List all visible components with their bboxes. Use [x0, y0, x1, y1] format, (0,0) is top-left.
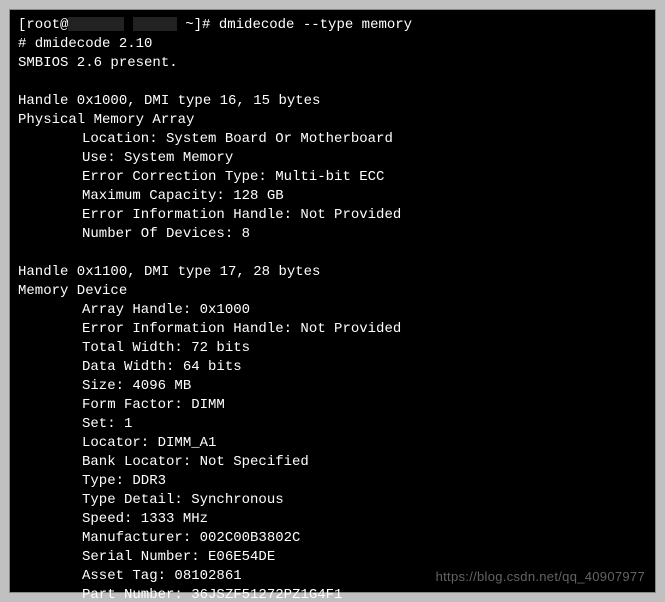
field-ecc: Error Correction Type: Multi-bit ECC — [18, 168, 647, 187]
handle-line-1: Handle 0x1000, DMI type 16, 15 bytes — [18, 93, 320, 109]
handle-line-2: Handle 0x1100, DMI type 17, 28 bytes — [18, 264, 320, 280]
terminal-window[interactable]: [root@ ~]# dmidecode --type memory # dmi… — [9, 9, 656, 593]
shell-prompt: [root@ ~]# dmidecode --type memory — [18, 17, 412, 33]
dmidecode-version: # dmidecode 2.10 — [18, 36, 152, 52]
field-type: Type: DDR3 — [18, 472, 647, 491]
field-arrayhandle: Array Handle: 0x1000 — [18, 301, 647, 320]
field-typedetail: Type Detail: Synchronous — [18, 491, 647, 510]
field-manufacturer: Manufacturer: 002C00B3802C — [18, 529, 647, 548]
masked-hostname-2 — [133, 17, 177, 31]
field-size: Size: 4096 MB — [18, 377, 647, 396]
prompt-open: [root@ — [18, 17, 68, 33]
field-serial: Serial Number: E06E54DE — [18, 548, 647, 567]
field-errinfo-1: Error Information Handle: Not Provided — [18, 206, 647, 225]
field-maxcap: Maximum Capacity: 128 GB — [18, 187, 647, 206]
field-set: Set: 1 — [18, 415, 647, 434]
field-datawidth: Data Width: 64 bits — [18, 358, 647, 377]
field-formfactor: Form Factor: DIMM — [18, 396, 647, 415]
section-title-1: Physical Memory Array — [18, 112, 194, 128]
command-text: dmidecode --type memory — [219, 17, 412, 33]
prompt-tilde: ~]# — [177, 17, 219, 33]
masked-hostname-1 — [68, 17, 124, 31]
field-numdev: Number Of Devices: 8 — [18, 225, 647, 244]
field-errinfo-2: Error Information Handle: Not Provided — [18, 320, 647, 339]
field-locator: Locator: DIMM_A1 — [18, 434, 647, 453]
field-speed: Speed: 1333 MHz — [18, 510, 647, 529]
field-partnumber: Part Number: 36JSZF51272PZ1G4F1 — [18, 586, 647, 602]
field-location: Location: System Board Or Motherboard — [18, 130, 647, 149]
field-banklocator: Bank Locator: Not Specified — [18, 453, 647, 472]
field-totalwidth: Total Width: 72 bits — [18, 339, 647, 358]
smbios-version: SMBIOS 2.6 present. — [18, 55, 178, 71]
field-use: Use: System Memory — [18, 149, 647, 168]
section-title-2: Memory Device — [18, 283, 127, 299]
watermark-text: https://blog.csdn.net/qq_40907977 — [436, 567, 645, 586]
